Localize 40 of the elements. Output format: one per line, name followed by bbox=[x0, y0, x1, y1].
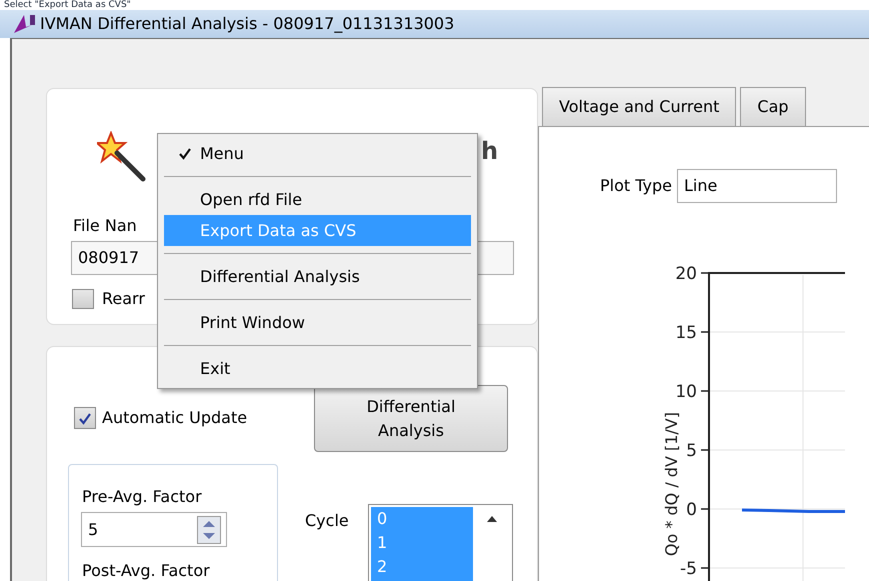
y-tick-label: 15 bbox=[675, 323, 697, 343]
window-title: IVMAN Differential Analysis - 080917_01131313003 bbox=[40, 13, 454, 35]
cycle-label: Cycle bbox=[305, 510, 349, 532]
tab[interactable]: Voltage and Current bbox=[542, 87, 736, 126]
check-icon bbox=[178, 147, 192, 160]
y-axis-label: Qo * dQ / dV [1/V] bbox=[662, 412, 681, 556]
y-tick bbox=[701, 390, 708, 392]
pre-avg-label: Pre-Avg. Factor bbox=[82, 486, 202, 508]
checkmark-icon bbox=[78, 412, 92, 424]
post-avg-label: Post-Avg. Factor bbox=[82, 560, 210, 581]
plot-type-dropdown[interactable]: Line bbox=[677, 169, 837, 203]
rearrange-checkbox[interactable] bbox=[72, 289, 94, 309]
menu-item[interactable]: Differential Analysis bbox=[164, 261, 471, 292]
automatic-update-checkbox[interactable] bbox=[74, 407, 96, 429]
y-tick bbox=[701, 449, 708, 451]
caption-text: Select "Export Data as CVS" bbox=[3, 0, 131, 10]
app-icon bbox=[12, 13, 36, 35]
y-tick-label: 5 bbox=[686, 441, 697, 461]
logo-text: h bbox=[481, 139, 498, 163]
menu-item[interactable]: Print Window bbox=[164, 307, 471, 338]
menu-item[interactable]: Exit bbox=[164, 353, 471, 384]
y-tick bbox=[701, 272, 708, 274]
scroll-up-icon[interactable] bbox=[486, 515, 498, 523]
y-tick bbox=[701, 508, 708, 510]
spin-arrows-icon[interactable] bbox=[197, 516, 221, 544]
y-tick bbox=[701, 567, 708, 569]
y-tick-label: -5 bbox=[680, 559, 697, 579]
y-tick-label: 0 bbox=[686, 500, 697, 520]
y-tick-label: 10 bbox=[675, 382, 697, 402]
plot-type-label: Plot Type bbox=[600, 175, 672, 197]
tab[interactable]: Cap bbox=[740, 87, 806, 126]
y-tick-label: 20 bbox=[675, 264, 697, 284]
file-name-label: File Nan bbox=[73, 215, 137, 237]
pre-avg-spinbox[interactable]: 5 bbox=[81, 512, 227, 547]
differential-analysis-button[interactable]: Differential Analysis bbox=[314, 385, 508, 452]
automatic-update-label: Automatic Update bbox=[102, 407, 248, 429]
rearrange-label: Rearr bbox=[102, 288, 145, 310]
menu-item[interactable]: Open rfd File bbox=[164, 184, 471, 215]
y-tick bbox=[701, 331, 708, 333]
menu-item[interactable]: Menu bbox=[164, 138, 471, 169]
